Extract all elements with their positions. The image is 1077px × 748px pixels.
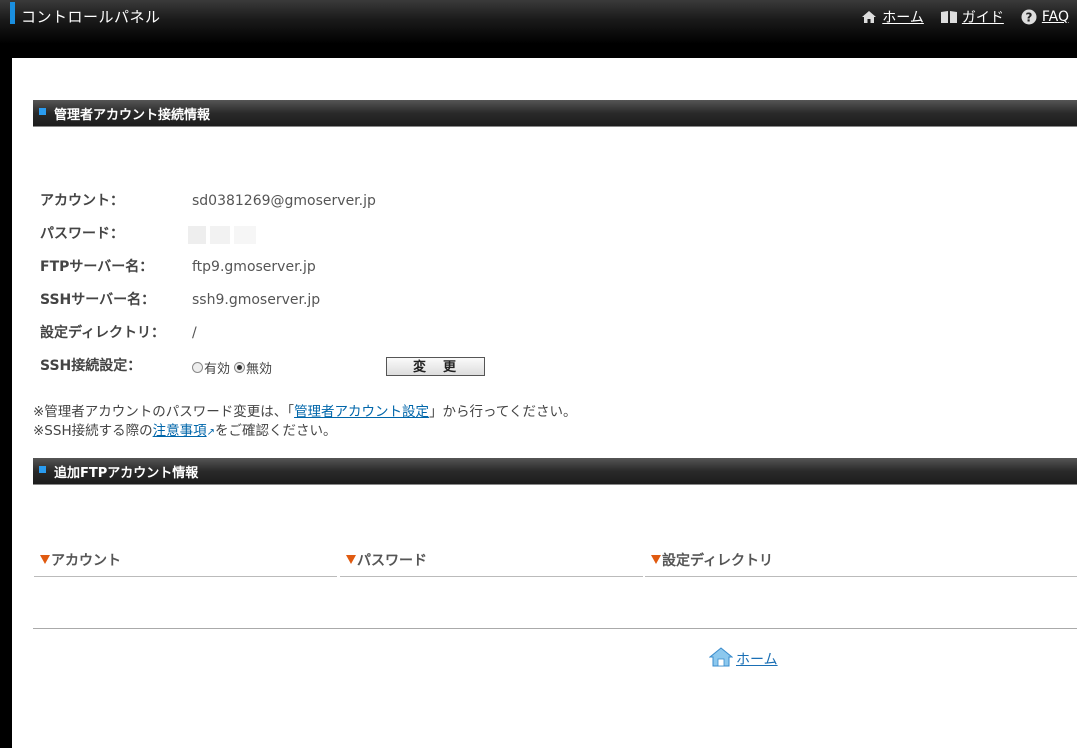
nav-guide-label: ガイド — [961, 10, 1004, 26]
column-header-account[interactable]: アカウント — [40, 550, 121, 570]
section-marker-icon — [39, 466, 46, 473]
ssh-enabled-radio[interactable] — [192, 362, 203, 373]
ssh-enabled-label: 有効 — [204, 362, 231, 377]
footer-home-label: ホーム — [736, 652, 778, 668]
ftp-section-title: 追加FTPアカウント情報 — [54, 466, 199, 481]
column-header-password[interactable]: パスワード — [346, 550, 427, 570]
ssh-server-label: SSHサーバー名： — [40, 292, 156, 308]
home-icon — [708, 647, 734, 671]
footer-home-link[interactable]: ホーム — [708, 647, 778, 671]
nav-home-label: ホーム — [882, 10, 924, 26]
nav-faq-link[interactable]: ? FAQ — [1020, 9, 1069, 25]
help-icon: ? — [1020, 9, 1038, 25]
admin-section-header: 管理者アカウント接続情報 — [33, 100, 1077, 127]
column-header-directory[interactable]: 設定ディレクトリ — [651, 550, 773, 570]
svg-text:?: ? — [1025, 11, 1032, 25]
section-marker-icon — [39, 108, 46, 115]
external-link-icon: ↗ — [206, 427, 215, 438]
directory-value: / — [192, 325, 197, 341]
note2-prefix: ※SSH接続する際の — [33, 423, 153, 439]
top-header: コントロールパネル ホーム ガイド ? FAQ — [0, 0, 1077, 44]
ftp-server-value: ftp9.gmoserver.jp — [192, 259, 316, 275]
admin-section-title: 管理者アカウント接続情報 — [54, 108, 211, 123]
note2-suffix: をご確認ください。 — [215, 423, 337, 439]
sort-triangle-icon — [651, 555, 661, 564]
ssh-radio-group: 有効 無効 — [192, 358, 276, 377]
sort-triangle-icon — [346, 555, 356, 564]
change-button[interactable]: 変 更 — [386, 357, 485, 376]
note1-prefix: ※管理者アカウントのパスワード変更は、「 — [33, 404, 295, 420]
ftp-server-label: FTPサーバー名： — [40, 259, 154, 275]
password-redaction — [188, 226, 256, 244]
ssh-disabled-radio[interactable] — [234, 362, 246, 373]
ssh-server-value: ssh9.gmoserver.jp — [192, 292, 321, 308]
directory-label: 設定ディレクトリ： — [40, 325, 166, 341]
nav-home-link[interactable]: ホーム — [860, 7, 924, 27]
ssh-disabled-label: 無効 — [246, 362, 273, 377]
main-panel: 管理者アカウント接続情報 アカウント： sd0381269@gmoserver.… — [12, 58, 1077, 748]
home-icon — [860, 9, 878, 25]
header-nav: ホーム ガイド ? FAQ — [844, 7, 1069, 27]
app-title: コントロールパネル — [21, 8, 161, 26]
header-accent-bar — [10, 2, 15, 24]
column-divider — [645, 576, 1077, 577]
caution-link[interactable]: 注意事項 — [153, 423, 207, 439]
ssh-setting-label: SSH接続設定： — [40, 358, 142, 374]
account-label: アカウント： — [40, 193, 124, 209]
nav-faq-label: FAQ — [1041, 9, 1069, 25]
note1-suffix: 」から行ってください。 — [429, 404, 577, 420]
password-change-note: ※管理者アカウントのパスワード変更は、「管理者アカウント設定」から行ってください… — [33, 400, 576, 420]
column-divider — [34, 576, 337, 577]
book-icon — [940, 9, 958, 25]
section-divider — [33, 628, 1077, 629]
nav-guide-link[interactable]: ガイド — [940, 7, 1004, 27]
sort-triangle-icon — [40, 555, 50, 564]
admin-account-settings-link[interactable]: 管理者アカウント設定 — [294, 404, 429, 420]
ftp-section-header: 追加FTPアカウント情報 — [33, 458, 1077, 485]
column-divider — [340, 576, 643, 577]
password-label: パスワード： — [40, 226, 124, 242]
account-value: sd0381269@gmoserver.jp — [192, 193, 376, 209]
ssh-caution-note: ※SSH接続する際の注意事項↗をご確認ください。 — [33, 419, 337, 439]
